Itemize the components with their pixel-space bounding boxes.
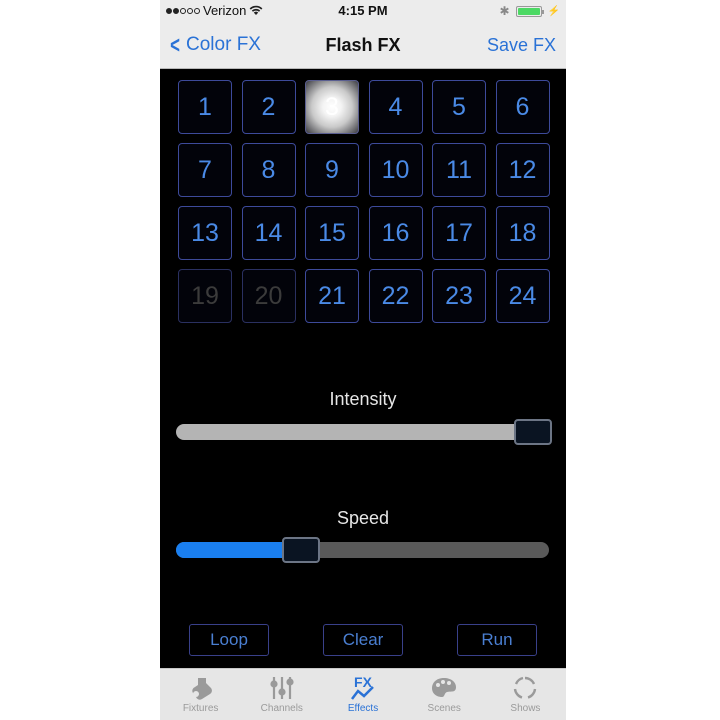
effect-cell-11[interactable]: 11 <box>432 143 486 197</box>
tab-label: Fixtures <box>182 703 219 714</box>
effect-cell-4[interactable]: 4 <box>368 80 423 134</box>
effect-cell-18[interactable]: 18 <box>495 206 550 260</box>
chevron-left-icon: < <box>170 31 180 59</box>
effect-cell-5[interactable]: 5 <box>432 80 486 134</box>
tab-label: Scenes <box>427 703 461 714</box>
status-right: ✱ ⚡ <box>499 4 560 18</box>
effect-grid: 1 2 3 4 5 6 7 8 9 10 11 12 13 14 15 16 17 18 19 20 21 22 23 24 <box>178 80 550 323</box>
effect-cell-6[interactable]: 6 <box>495 80 550 134</box>
intensity-slider-thumb[interactable] <box>514 419 552 445</box>
tab-shows[interactable]: Shows <box>485 669 566 720</box>
battery-icon <box>515 5 544 17</box>
effect-cell-21[interactable]: 21 <box>305 269 359 323</box>
effect-cell-12[interactable]: 12 <box>495 143 550 197</box>
status-bar: Verizon 4:15 PM ✱ ⚡ <box>160 0 566 22</box>
fixture-icon <box>191 678 212 700</box>
speed-slider-thumb[interactable] <box>282 537 321 563</box>
cycle-icon <box>514 676 537 699</box>
charging-icon: ⚡ <box>547 5 560 17</box>
phone-screen: Verizon 4:15 PM ✱ ⚡ < Color FX Flash FX … <box>160 0 566 720</box>
intensity-slider-track[interactable] <box>176 424 549 440</box>
tab-label: Effects <box>347 703 379 714</box>
tab-label: Shows <box>510 703 541 714</box>
speed-slider-fill <box>176 542 287 558</box>
effect-cell-23[interactable]: 23 <box>432 269 486 323</box>
effect-cell-3[interactable]: 3 <box>305 80 359 134</box>
effect-cell-10[interactable]: 10 <box>368 143 423 197</box>
bluetooth-icon: ✱ <box>499 4 510 18</box>
effect-cell-17[interactable]: 17 <box>432 206 486 260</box>
svg-text:FX: FX <box>354 674 373 690</box>
effect-cell-8[interactable]: 8 <box>241 143 296 197</box>
intensity-label: Intensity <box>329 389 397 409</box>
effect-cell-7[interactable]: 7 <box>178 143 232 197</box>
effect-cell-22[interactable]: 22 <box>368 269 423 323</box>
save-fx-button[interactable]: Save FX <box>487 35 556 56</box>
speed-slider-track[interactable] <box>176 542 549 558</box>
tab-scenes[interactable]: Scenes <box>404 669 485 720</box>
effect-cell-14[interactable]: 14 <box>241 206 296 260</box>
tab-effects[interactable]: FX Effects <box>322 669 403 720</box>
tab-fixtures[interactable]: Fixtures <box>160 669 241 720</box>
run-button[interactable]: Run <box>457 624 537 656</box>
loop-button[interactable]: Loop <box>189 624 269 656</box>
navigation-bar: < Color FX Flash FX Save FX <box>160 22 566 69</box>
clear-button[interactable]: Clear <box>323 624 403 656</box>
effect-cell-13[interactable]: 13 <box>178 206 232 260</box>
back-button[interactable]: < Color FX <box>168 31 261 59</box>
back-button-label: Color FX <box>186 34 261 55</box>
effect-cell-16[interactable]: 16 <box>368 206 423 260</box>
effect-cell-9[interactable]: 9 <box>305 143 359 197</box>
effect-cell-20: 20 <box>241 269 296 323</box>
channels-icon <box>270 677 294 699</box>
tab-bar: Fixtures Channels FX Effects Scenes Show… <box>160 668 566 720</box>
speed-label: Speed <box>336 508 390 528</box>
effect-cell-24[interactable]: 24 <box>495 269 550 323</box>
effect-cell-2[interactable]: 2 <box>241 80 296 134</box>
fx-icon: FX <box>351 674 374 700</box>
tab-channels[interactable]: Channels <box>241 669 322 720</box>
effect-cell-15[interactable]: 15 <box>305 206 359 260</box>
effect-cell-1[interactable]: 1 <box>178 80 232 134</box>
effect-cell-19: 19 <box>178 269 232 323</box>
tab-label: Channels <box>260 703 303 714</box>
battery-level <box>517 7 540 15</box>
palette-icon <box>432 678 457 697</box>
